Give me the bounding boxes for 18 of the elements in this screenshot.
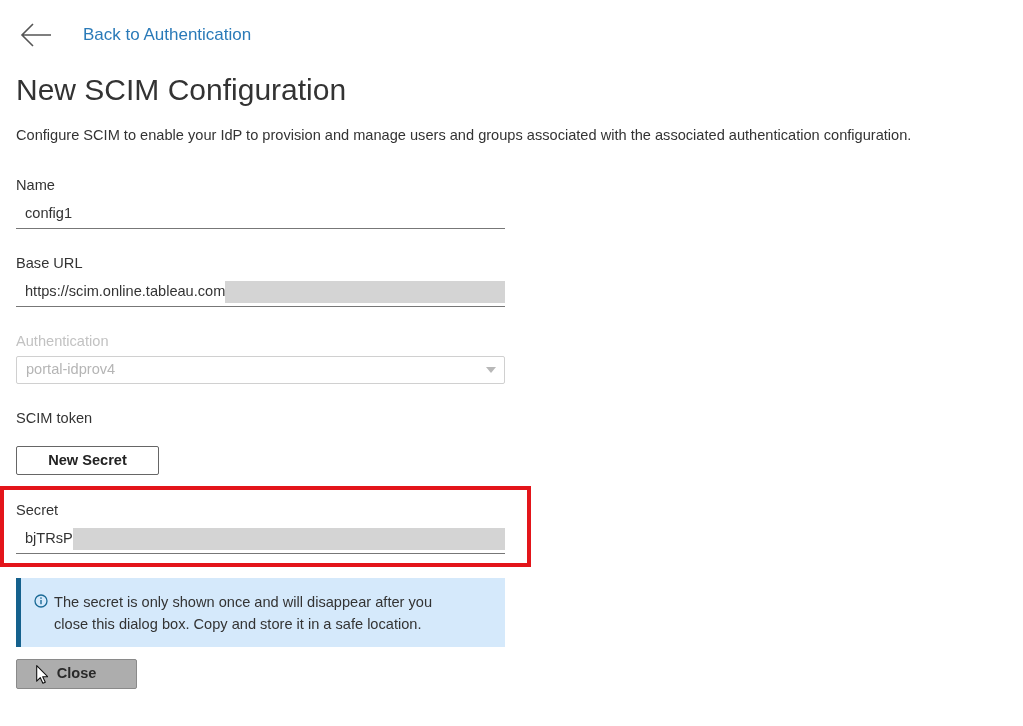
new-secret-button[interactable]: New Secret bbox=[16, 446, 159, 475]
back-link[interactable]: Back to Authentication bbox=[83, 24, 252, 46]
info-message: The secret is only shown once and will disappear after you close this dialog box. Copy and store it in a safe location. bbox=[54, 593, 434, 634]
page-title: New SCIM Configuration bbox=[16, 72, 347, 108]
info-icon bbox=[34, 594, 48, 608]
text-field[interactable]: https://scim.online.tableau.com bbox=[16, 278, 505, 307]
field-label: Authentication bbox=[16, 332, 109, 351]
text-field[interactable]: bjTRsP bbox=[16, 525, 505, 554]
mouse-pointer-icon bbox=[36, 665, 48, 684]
field-label: Name bbox=[16, 176, 55, 195]
field-label: Base URL bbox=[16, 254, 83, 273]
back-arrow-icon[interactable] bbox=[20, 23, 52, 47]
close-button[interactable]: Close bbox=[16, 659, 137, 689]
description-text: Configure SCIM to enable your IdP to provision and manage users and groups associated with the associated authentication configuration. bbox=[16, 126, 912, 145]
text-field[interactable]: config1 bbox=[16, 200, 505, 229]
field-label: SCIM token bbox=[16, 409, 93, 428]
field-label: Secret bbox=[16, 501, 59, 520]
caret-icon bbox=[486, 367, 496, 373]
